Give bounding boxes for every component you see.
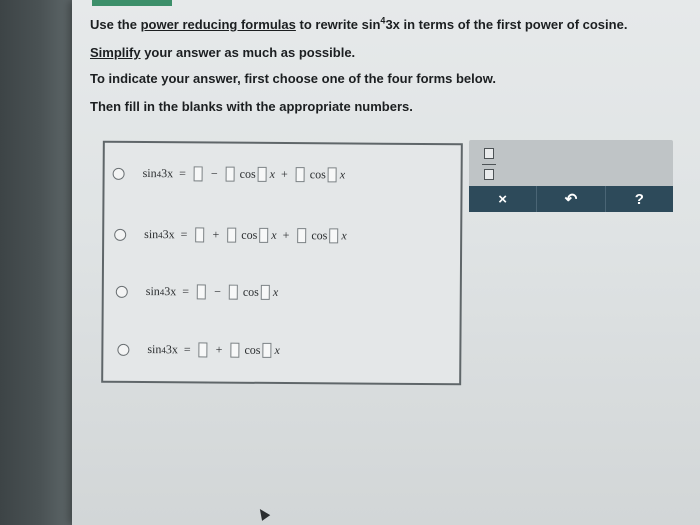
cos-label: cos (241, 227, 258, 242)
x-variable: x (271, 227, 277, 242)
top-accent-strip (92, 0, 172, 6)
radio-button[interactable] (114, 228, 127, 241)
radio-button[interactable] (117, 343, 130, 356)
form-expression: sin 4 3x = + cos x + cos x (144, 227, 347, 244)
cos-label: cos (309, 167, 326, 182)
x-variable: x (274, 342, 280, 357)
form-expression: sin 4 3x = + cos x (147, 342, 280, 358)
help-button[interactable]: ? (605, 186, 673, 212)
toolbar-button-row: × ↶ ? (469, 186, 673, 212)
form-option-4[interactable]: sin 4 3x = + cos x (117, 342, 280, 358)
blank-input[interactable] (225, 166, 235, 182)
sin-label: sin (142, 166, 157, 181)
argument: 3x (165, 342, 178, 357)
fraction-template-button[interactable] (479, 148, 499, 180)
argument: 3x (164, 284, 177, 299)
instruction-text: to rewrite sin (295, 17, 381, 32)
form-option-2[interactable]: sin 4 3x = + cos x + cos x (114, 227, 347, 244)
instruction-line-2: Simplify your answer as much as possible… (90, 46, 355, 60)
fraction-numerator-icon (484, 148, 494, 159)
x-variable: x (341, 228, 347, 243)
blank-input[interactable] (257, 166, 267, 182)
screen: Use the power reducing formulas to rewri… (72, 0, 700, 525)
cos-label: cos (311, 228, 328, 243)
power-reducing-formulas-link[interactable]: power reducing formulas (141, 17, 296, 32)
instruction-text: Use the (90, 17, 141, 32)
instruction-line-4: Then fill in the blanks with the appropr… (90, 99, 413, 114)
form-option-3[interactable]: sin 4 3x = − cos x (115, 284, 279, 300)
radio-button[interactable] (115, 285, 128, 298)
radio-button[interactable] (112, 167, 125, 180)
blank-input[interactable] (197, 284, 207, 300)
blank-input[interactable] (329, 228, 339, 244)
blank-input[interactable] (295, 167, 305, 183)
blank-input[interactable] (227, 227, 237, 243)
plus-sign: + (212, 227, 220, 242)
equals-sign: = (180, 227, 188, 242)
mouse-cursor-icon (255, 506, 271, 521)
instruction-line-3: To indicate your answer, first choose on… (90, 71, 496, 86)
clear-button[interactable]: × (469, 186, 538, 212)
blank-input[interactable] (228, 284, 238, 300)
simplify-link[interactable]: Simplify (90, 45, 141, 60)
sin-label: sin (145, 284, 160, 299)
x-variable: x (272, 284, 279, 299)
plus-sign: + (282, 228, 290, 243)
blank-input[interactable] (193, 166, 203, 182)
form-option-1[interactable]: sin 4 3x = − cos x + cos x (112, 166, 346, 183)
fraction-bar-icon (482, 163, 496, 165)
plus-sign: + (280, 166, 288, 182)
blank-input[interactable] (259, 227, 269, 243)
fraction-denominator-icon (484, 169, 494, 180)
argument: 3x (162, 227, 175, 242)
argument: 3x (161, 166, 174, 181)
cos-label: cos (244, 342, 261, 357)
form-expression: sin 4 3x = − cos x + cos x (142, 166, 346, 183)
blank-input[interactable] (327, 167, 337, 183)
equals-sign: = (182, 284, 190, 299)
math-toolbar: × ↶ ? (469, 140, 673, 212)
answer-forms-box: sin 4 3x = − cos x + cos x sin 4 3x = + cos x +… (101, 140, 463, 386)
blank-input[interactable] (198, 342, 208, 358)
blank-input[interactable] (195, 227, 205, 243)
instruction-line-1: Use the power reducing formulas to rewri… (90, 16, 628, 32)
instruction-text: 3x in terms of the first power of cosine… (385, 17, 628, 32)
blank-input[interactable] (260, 284, 270, 300)
blank-input[interactable] (262, 342, 272, 358)
sin-label: sin (144, 227, 159, 242)
plus-sign: + (215, 342, 223, 357)
minus-sign: − (214, 284, 221, 299)
blank-input[interactable] (297, 228, 307, 244)
instruction-text: your answer as much as possible. (140, 45, 356, 60)
cos-label: cos (239, 166, 256, 181)
x-variable: x (339, 167, 346, 182)
x-variable: x (269, 166, 276, 181)
equals-sign: = (179, 166, 186, 181)
undo-button[interactable]: ↶ (537, 186, 606, 212)
cos-label: cos (242, 284, 259, 299)
sin-label: sin (147, 342, 162, 357)
form-expression: sin 4 3x = − cos x (145, 284, 279, 300)
minus-sign: − (210, 166, 218, 181)
blank-input[interactable] (230, 342, 240, 358)
equals-sign: = (183, 342, 191, 357)
